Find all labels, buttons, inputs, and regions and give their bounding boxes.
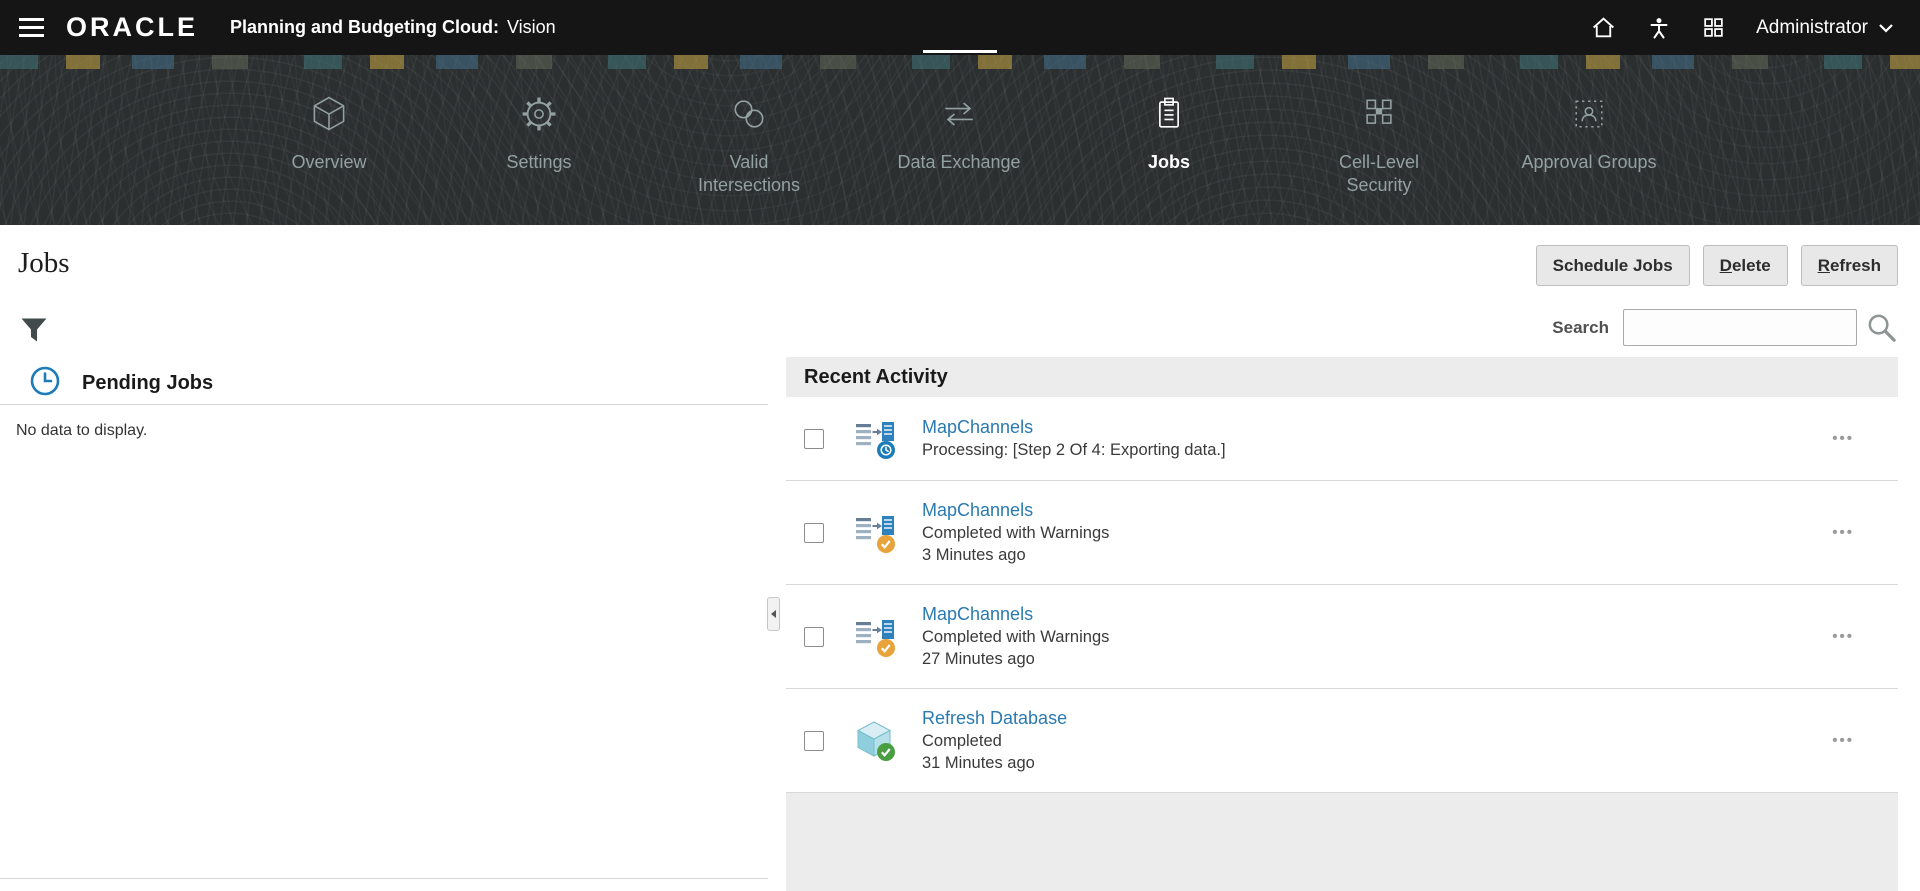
search-input[interactable]: [1623, 309, 1857, 346]
job-status: Completed: [922, 732, 1067, 751]
database-cube-icon: [852, 718, 898, 764]
empty-message: No data to display.: [0, 405, 768, 440]
nav-label: Settings: [506, 151, 571, 174]
pending-jobs-title: Pending Jobs: [82, 372, 213, 395]
cell-security-icon: [1358, 93, 1400, 135]
pending-panel-divider: [0, 878, 768, 879]
nav-item-approval-groups[interactable]: Approval Groups: [1484, 93, 1694, 196]
oracle-logo: ORACLE: [66, 12, 198, 43]
row-checkbox[interactable]: [804, 429, 824, 449]
nav-label: Cell-Level Security: [1309, 151, 1449, 196]
pending-jobs-panel: Pending Jobs No data to display.: [0, 363, 768, 440]
product-name: Planning and Budgeting Cloud:: [230, 17, 499, 37]
app-window: ORACLE Planning and Budgeting Cloud: Visi…: [0, 0, 1920, 891]
nav-label: Overview: [291, 151, 366, 174]
job-name-link[interactable]: MapChannels: [922, 604, 1109, 625]
activity-row[interactable]: Refresh Database Completed 31 Minutes ag…: [786, 689, 1898, 793]
nav-item-jobs[interactable]: Jobs: [1064, 93, 1274, 196]
nav-item-data-exchange[interactable]: Data Exchange: [854, 93, 1064, 196]
row-checkbox[interactable]: [804, 731, 824, 751]
nav-item-valid-intersections[interactable]: Valid Intersections: [644, 93, 854, 196]
app-context: Vision: [507, 17, 556, 37]
nav-item-settings[interactable]: Settings: [434, 93, 644, 196]
topbar-indicator: [923, 50, 997, 53]
search-bar: Search: [1552, 309, 1898, 346]
filter-icon[interactable]: [20, 317, 48, 343]
job-status: Processing: [Step 2 Of 4: Exporting data…: [922, 441, 1226, 460]
page-title: Jobs: [18, 247, 70, 280]
map-job-icon: [852, 614, 898, 660]
accessibility-icon[interactable]: [1647, 16, 1671, 40]
pending-jobs-header: Pending Jobs: [0, 363, 768, 405]
page-actions: Schedule Jobs Delete Refresh: [1536, 245, 1898, 286]
approval-groups-icon: [1568, 93, 1610, 135]
job-name-link[interactable]: Refresh Database: [922, 708, 1067, 729]
nav-label: Data Exchange: [897, 151, 1020, 174]
nav-label: Jobs: [1148, 151, 1190, 174]
row-actions-ellipsis-icon[interactable]: •••: [1832, 628, 1854, 645]
user-name: Administrator: [1756, 17, 1868, 39]
recent-activity-panel: Recent Activity MapChannels Processing: …: [786, 357, 1898, 891]
activity-row[interactable]: MapChannels Completed with Warnings 3 Mi…: [786, 481, 1898, 585]
map-job-icon: [852, 510, 898, 556]
hamburger-menu-icon[interactable]: [0, 0, 62, 55]
row-checkbox[interactable]: [804, 627, 824, 647]
search-label: Search: [1552, 318, 1609, 338]
delete-button[interactable]: Delete: [1703, 245, 1788, 286]
pending-clock-icon: [28, 364, 62, 403]
nav-label: Valid Intersections: [679, 151, 819, 196]
activity-row[interactable]: MapChannels Processing: [Step 2 Of 4: Ex…: [786, 397, 1898, 481]
job-time: 31 Minutes ago: [922, 754, 1067, 773]
collapse-left-arrow-icon: [771, 610, 776, 618]
nav-item-overview[interactable]: Overview: [224, 93, 434, 196]
row-actions-ellipsis-icon[interactable]: •••: [1832, 732, 1854, 749]
cube-icon: [308, 93, 350, 135]
home-icon[interactable]: [1590, 14, 1617, 41]
gear-icon: [518, 93, 560, 135]
row-checkbox[interactable]: [804, 523, 824, 543]
refresh-button[interactable]: Refresh: [1801, 245, 1898, 286]
user-menu[interactable]: Administrator: [1756, 17, 1896, 39]
activity-row[interactable]: MapChannels Completed with Warnings 27 M…: [786, 585, 1898, 689]
intersections-icon: [728, 93, 770, 135]
job-time: 27 Minutes ago: [922, 650, 1109, 669]
cluster-nav-ribbon: Overview Settings Valid Intersections Da…: [0, 55, 1920, 225]
jobs-page: Jobs Schedule Jobs Delete Refresh Search…: [0, 225, 1920, 891]
job-time: 3 Minutes ago: [922, 546, 1109, 565]
exchange-arrows-icon: [938, 93, 980, 135]
nav-item-cell-level-security[interactable]: Cell-Level Security: [1274, 93, 1484, 196]
mosaic-decoration: [0, 55, 1920, 69]
panel-splitter[interactable]: [767, 597, 780, 631]
recent-activity-title: Recent Activity: [786, 357, 1898, 397]
app-navigator-waffle-icon[interactable]: [1701, 15, 1726, 40]
job-name-link[interactable]: MapChannels: [922, 417, 1226, 438]
search-icon[interactable]: [1865, 311, 1898, 344]
row-actions-ellipsis-icon[interactable]: •••: [1832, 430, 1854, 447]
top-bar: ORACLE Planning and Budgeting Cloud: Visi…: [0, 0, 1920, 55]
schedule-jobs-button[interactable]: Schedule Jobs: [1536, 245, 1690, 286]
job-name-link[interactable]: MapChannels: [922, 500, 1109, 521]
job-status: Completed with Warnings: [922, 524, 1109, 543]
map-job-icon: [852, 416, 898, 462]
product-title: Planning and Budgeting Cloud: Vision: [230, 17, 556, 38]
chevron-down-icon: [1876, 18, 1896, 38]
jobs-clipboard-icon: [1148, 93, 1190, 135]
nav-label: Approval Groups: [1521, 151, 1656, 174]
job-status: Completed with Warnings: [922, 628, 1109, 647]
row-actions-ellipsis-icon[interactable]: •••: [1832, 524, 1854, 541]
